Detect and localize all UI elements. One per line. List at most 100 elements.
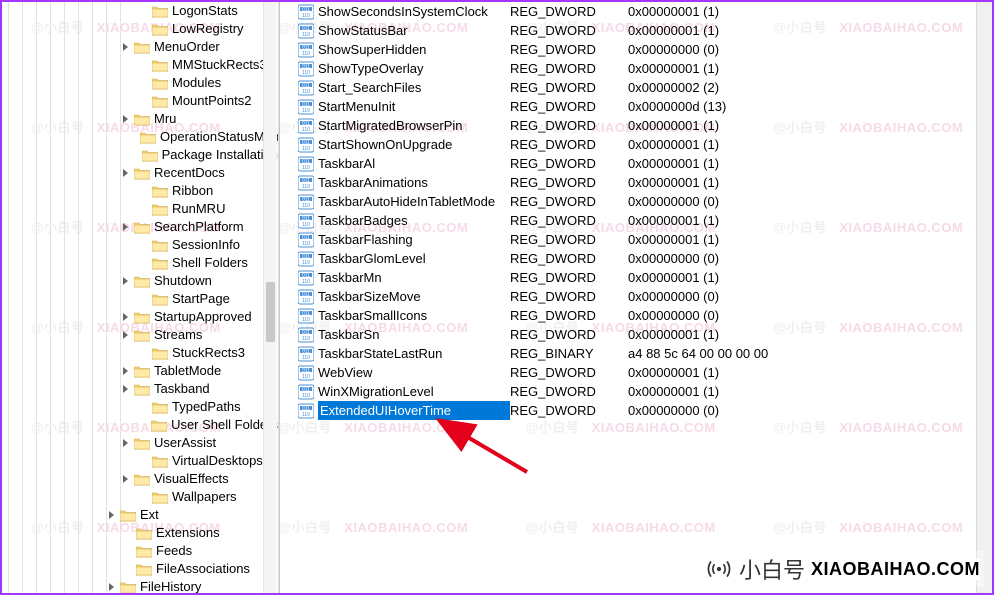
value-row[interactable]: StartMigratedBrowserPinREG_DWORD0x000000… [280,116,992,135]
folder-icon [136,545,152,558]
tree-expander-icon[interactable] [120,113,132,125]
tree-item[interactable]: Feeds [2,542,278,560]
value-row[interactable]: TaskbarAutoHideInTabletModeREG_DWORD0x00… [280,192,992,211]
value-name: TaskbarBadges [318,211,510,230]
tree-expander-icon[interactable] [106,581,118,593]
value-row[interactable]: WinXMigrationLevelREG_DWORD0x00000001 (1… [280,382,992,401]
tree-item[interactable]: LowRegistry [2,20,278,38]
value-row[interactable]: WebViewREG_DWORD0x00000001 (1) [280,363,992,382]
tree-item[interactable]: RecentDocs [2,164,278,182]
tree-item[interactable]: TypedPaths [2,398,278,416]
value-row[interactable]: TaskbarAlREG_DWORD0x00000001 (1) [280,154,992,173]
value-data: 0x00000001 (1) [628,59,719,78]
tree-item[interactable]: FileAssociations [2,560,278,578]
tree-item[interactable]: Streams [2,326,278,344]
value-data: 0x00000000 (0) [628,306,719,325]
tree-item[interactable]: Ext [2,506,278,524]
binary-value-icon [298,346,314,362]
tree-item[interactable]: LogonStats [2,2,278,20]
value-type: REG_DWORD [510,211,628,230]
tree-item[interactable]: UserAssist [2,434,278,452]
value-name: WebView [318,363,510,382]
tree-item[interactable]: MountPoints2 [2,92,278,110]
tree-expander-icon[interactable] [120,437,132,449]
tree-item[interactable]: StartPage [2,290,278,308]
tree-item[interactable]: RunMRU [2,200,278,218]
tree-item[interactable]: Mru [2,110,278,128]
tree-expander-icon[interactable] [120,167,132,179]
registry-tree[interactable]: LogonStatsLowRegistryMenuOrderMMStuckRec… [2,2,278,593]
value-row[interactable]: TaskbarBadgesREG_DWORD0x00000001 (1) [280,211,992,230]
tree-item[interactable]: SessionInfo [2,236,278,254]
folder-icon [152,185,168,198]
value-data: 0x00000000 (0) [628,192,719,211]
value-row[interactable]: TaskbarSizeMoveREG_DWORD0x00000000 (0) [280,287,992,306]
tree-expander-icon[interactable] [120,365,132,377]
splitter[interactable] [278,2,280,593]
value-row[interactable]: TaskbarFlashingREG_DWORD0x00000001 (1) [280,230,992,249]
tree-item-label: UserAssist [154,434,216,452]
tree-item[interactable]: User Shell Folders [2,416,278,434]
tree-item[interactable]: Ribbon [2,182,278,200]
value-row[interactable]: ShowSuperHiddenREG_DWORD0x00000000 (0) [280,40,992,59]
value-row[interactable]: ExtendedUIHoverTimeREG_DWORD0x00000000 (… [280,401,992,420]
value-row[interactable]: TaskbarSmallIconsREG_DWORD0x00000000 (0) [280,306,992,325]
values-list[interactable]: ShowSecondsInSystemClockREG_DWORD0x00000… [280,2,992,420]
tree-item[interactable]: StartupApproved [2,308,278,326]
value-row[interactable]: ShowStatusBarREG_DWORD0x00000001 (1) [280,21,992,40]
tree-item[interactable]: Modules [2,74,278,92]
tree-item[interactable]: Wallpapers [2,488,278,506]
tree-item[interactable]: TabletMode [2,362,278,380]
tree-item[interactable]: StuckRects3 [2,344,278,362]
tree-item[interactable]: FileHistory [2,578,278,593]
value-type: REG_DWORD [510,363,628,382]
scrollbar-thumb[interactable] [266,282,275,342]
value-row[interactable]: TaskbarGlomLevelREG_DWORD0x00000000 (0) [280,249,992,268]
tree-item[interactable]: OperationStatusMan [2,128,278,146]
folder-icon [134,473,150,486]
value-type: REG_DWORD [510,306,628,325]
list-vertical-scrollbar[interactable] [976,2,992,593]
value-data: 0x00000001 (1) [628,230,719,249]
tree-item[interactable]: MenuOrder [2,38,278,56]
tree-item[interactable]: MMStuckRects3 [2,56,278,74]
value-row[interactable]: TaskbarSnREG_DWORD0x00000001 (1) [280,325,992,344]
tree-item[interactable]: Shell Folders [2,254,278,272]
value-row[interactable]: ShowTypeOverlayREG_DWORD0x00000001 (1) [280,59,992,78]
tree-expander-icon[interactable] [120,311,132,323]
value-row[interactable]: TaskbarAnimationsREG_DWORD0x00000001 (1) [280,173,992,192]
binary-value-icon [298,23,314,39]
tree-expander-icon[interactable] [120,221,132,233]
value-row[interactable]: TaskbarMnREG_DWORD0x00000001 (1) [280,268,992,287]
value-type: REG_DWORD [510,116,628,135]
tree-expander-icon[interactable] [120,275,132,287]
value-name: TaskbarFlashing [318,230,510,249]
tree-item[interactable]: VisualEffects [2,470,278,488]
tree-item-label: LogonStats [172,2,238,20]
tree-item[interactable]: SearchPlatform [2,218,278,236]
value-data: 0x00000001 (1) [628,382,719,401]
value-data: 0x00000000 (0) [628,249,719,268]
value-row[interactable]: TaskbarStateLastRunREG_BINARYa4 88 5c 64… [280,344,992,363]
tree-expander-icon[interactable] [120,383,132,395]
tree-expander-icon[interactable] [120,41,132,53]
tree-item[interactable]: VirtualDesktops [2,452,278,470]
binary-value-icon [298,80,314,96]
value-name: ExtendedUIHoverTime [318,401,510,420]
tree-expander-icon[interactable] [120,329,132,341]
tree-item[interactable]: Package Installation [2,146,278,164]
tree-expander-icon[interactable] [106,509,118,521]
tree-item[interactable]: Extensions [2,524,278,542]
binary-value-icon [298,118,314,134]
tree-item[interactable]: Shutdown [2,272,278,290]
value-row[interactable]: ShowSecondsInSystemClockREG_DWORD0x00000… [280,2,992,21]
tree-item[interactable]: Taskband [2,380,278,398]
tree-vertical-scrollbar[interactable] [263,2,277,593]
tree-expander-icon[interactable] [120,473,132,485]
value-type: REG_DWORD [510,2,628,21]
value-data: 0x00000001 (1) [628,21,719,40]
value-name: TaskbarGlomLevel [318,249,510,268]
value-row[interactable]: Start_SearchFilesREG_DWORD0x00000002 (2) [280,78,992,97]
value-row[interactable]: StartShownOnUpgradeREG_DWORD0x00000001 (… [280,135,992,154]
value-row[interactable]: StartMenuInitREG_DWORD0x0000000d (13) [280,97,992,116]
